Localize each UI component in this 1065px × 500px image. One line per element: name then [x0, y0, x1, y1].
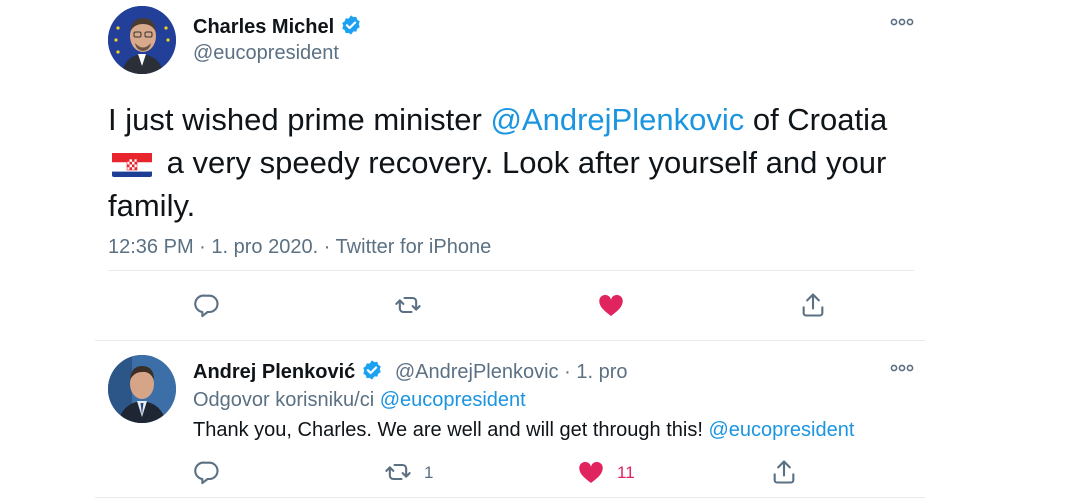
- meta-separator: ·: [193, 236, 212, 258]
- tweet-source[interactable]: Twitter for iPhone: [336, 236, 492, 258]
- reply-author-avatar[interactable]: [108, 355, 176, 423]
- reply-share-button[interactable]: [770, 458, 798, 491]
- author-name-text: Charles Michel: [193, 16, 335, 38]
- like-button[interactable]: [597, 291, 625, 324]
- verified-badge-icon: [340, 14, 362, 42]
- retweet-count: 1: [424, 463, 434, 482]
- reply-icon: [194, 294, 219, 318]
- like-count: 11: [617, 463, 635, 482]
- retweet-button[interactable]: [394, 291, 422, 324]
- replying-to-prefix: Odgovor korisniku/ci: [193, 389, 380, 411]
- retweet-icon: [385, 463, 411, 481]
- tweet-date[interactable]: 1. pro 2020.: [211, 236, 318, 258]
- tweet-meta: 12:36 PM · 1. pro 2020. · Twitter for iP…: [108, 236, 491, 259]
- share-icon: [773, 460, 795, 484]
- reply-date[interactable]: 1. pro: [576, 361, 627, 383]
- heart-filled-icon: [579, 461, 603, 483]
- tweet-time[interactable]: 12:36 PM: [108, 236, 194, 258]
- share-button[interactable]: [799, 291, 827, 324]
- reply-header: Andrej Plenković @AndrejPlenkovic · 1. p…: [193, 359, 628, 387]
- reply-retweet-button[interactable]: [384, 458, 412, 491]
- share-icon: [802, 293, 824, 317]
- tweet-text: I just wished prime minister @AndrejPlen…: [108, 98, 928, 227]
- croatia-flag-icon: [112, 149, 152, 177]
- more-dots-icon: [890, 364, 914, 372]
- reply-author-handle[interactable]: @AndrejPlenkovic: [395, 361, 559, 383]
- reply-like-button[interactable]: [577, 458, 605, 491]
- heart-filled-icon: [599, 294, 623, 316]
- verified-badge-icon: [361, 359, 383, 387]
- tweet-text-part3: a very speedy recovery. Look after yours…: [108, 145, 887, 223]
- avatar-image: [108, 355, 176, 423]
- tweet-text-part1: I just wished prime minister: [108, 102, 491, 137]
- replying-to-link[interactable]: @eucopresident: [380, 389, 526, 411]
- divider-middle: [95, 340, 925, 341]
- author-name[interactable]: Charles Michel: [193, 14, 362, 42]
- reply-reply-button[interactable]: [193, 458, 221, 491]
- divider-bottom: [95, 497, 925, 498]
- more-dots-icon: [890, 18, 914, 26]
- reply-more-options-button[interactable]: [890, 360, 914, 376]
- divider-top: [108, 270, 914, 271]
- reply-icon: [194, 461, 219, 485]
- reply-text-body: Thank you, Charles. We are well and will…: [193, 419, 709, 441]
- meta-separator-2: ·: [318, 236, 336, 258]
- author-avatar[interactable]: [108, 6, 176, 74]
- reply-text: Thank you, Charles. We are well and will…: [193, 419, 854, 442]
- reply-mention-link[interactable]: @eucopresident: [708, 419, 854, 441]
- tweet-text-part2: of Croatia: [744, 102, 888, 137]
- avatar-image: [108, 6, 176, 74]
- reply-author-name[interactable]: Andrej Plenković: [193, 361, 355, 383]
- mention-link[interactable]: @AndrejPlenkovic: [490, 102, 744, 137]
- replying-to: Odgovor korisniku/ci @eucopresident: [193, 389, 526, 412]
- retweet-icon: [395, 296, 421, 314]
- author-handle[interactable]: @eucopresident: [193, 42, 339, 65]
- more-options-button[interactable]: [890, 14, 914, 30]
- reply-separator: ·: [558, 361, 577, 383]
- reply-button[interactable]: [193, 291, 221, 324]
